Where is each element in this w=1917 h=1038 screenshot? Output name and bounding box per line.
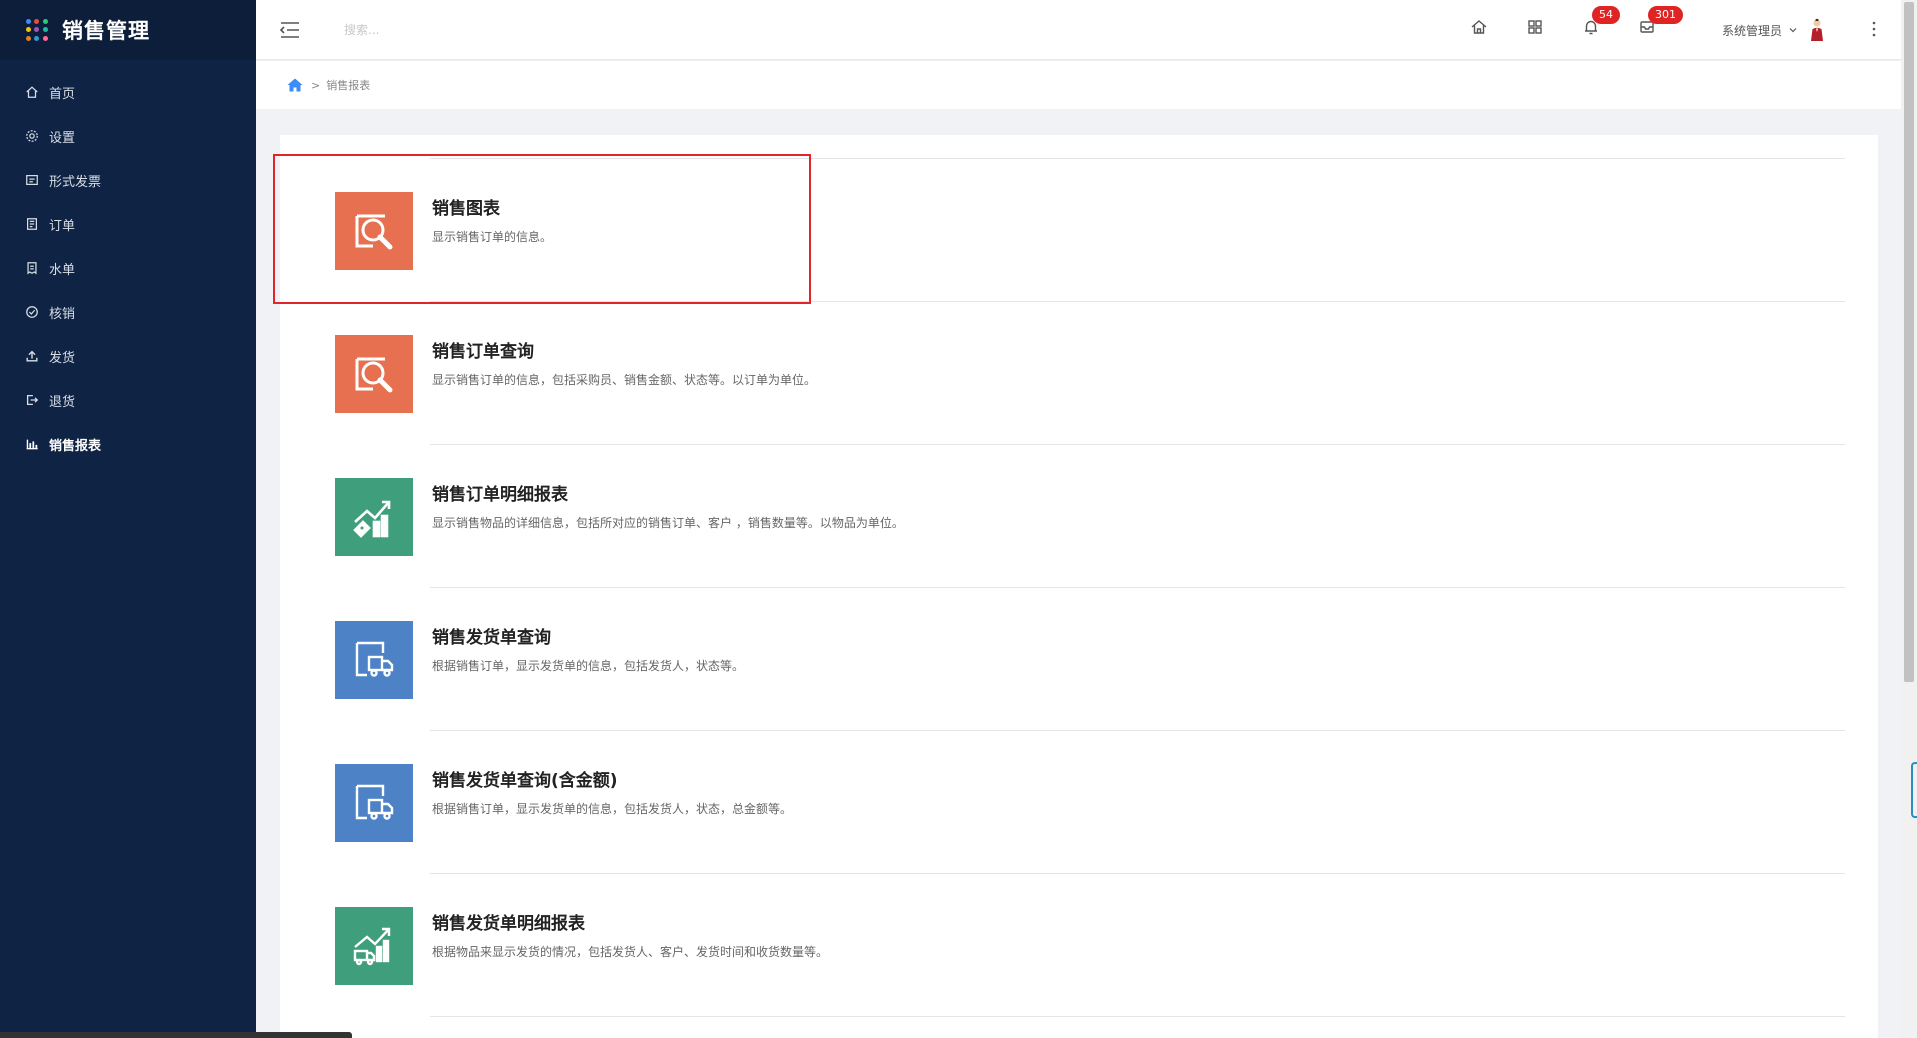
breadcrumb-separator: > — [311, 78, 321, 92]
user-menu[interactable]: 系统管理员 — [1722, 16, 1826, 44]
sidebar-item-home[interactable]: 首页 — [0, 70, 256, 114]
report-item-delivery-detail[interactable]: 销售发货单明细报表 根据物品来显示发货的情况，包括发货人、客户、发货时间和收货数… — [335, 873, 1845, 1016]
sidebar-item-returns[interactable]: 退货 — [0, 378, 256, 422]
divider — [430, 158, 1845, 159]
sidebar-item-label: 销售报表 — [49, 438, 102, 454]
sidebar-item-label: 发货 — [49, 350, 76, 366]
report-item-delivery-query[interactable]: 销售发货单查询 根据销售订单，显示发货单的信息，包括发货人，状态等。 — [335, 587, 1845, 730]
sidebar-item-label: 设置 — [49, 130, 76, 146]
scrollbar[interactable] — [1901, 0, 1917, 1038]
report-desc: 根据物品来显示发货的情况，包括发货人、客户、发货时间和收货数量等。 — [432, 945, 829, 959]
sidebar-item-label: 形式发票 — [49, 174, 102, 190]
top-header: 54 301 系统管理员 — [256, 0, 1901, 60]
notification-badge: 54 — [1592, 6, 1620, 24]
divider — [430, 587, 1845, 588]
search-input[interactable] — [342, 16, 602, 44]
report-title: 销售图表 — [432, 199, 500, 219]
avatar — [1811, 18, 1824, 41]
brand[interactable]: 销售管理 — [0, 0, 256, 60]
list-item — [335, 1016, 1845, 1036]
sidebar-item-label: 水单 — [49, 262, 76, 278]
apps-grid-icon[interactable] — [1526, 18, 1546, 38]
sidebar-item-label: 首页 — [49, 86, 76, 102]
order-icon — [25, 217, 39, 231]
search-doc-icon — [335, 335, 413, 413]
sidebar-item-label: 订单 — [49, 218, 76, 234]
bar-chart-icon — [25, 437, 39, 451]
sidebar-item-settings[interactable]: 设置 — [0, 114, 256, 158]
check-circle-icon — [25, 305, 39, 319]
sales-chart-tag-icon — [335, 478, 413, 556]
sidebar-item-label: 退货 — [49, 394, 76, 410]
app-grid-icon — [26, 19, 48, 41]
message-icon[interactable]: 301 — [1638, 6, 1683, 38]
home-icon[interactable] — [1470, 18, 1490, 38]
message-badge: 301 — [1648, 6, 1683, 24]
receipt-icon — [25, 261, 39, 275]
user-name: 系统管理员 — [1722, 23, 1783, 38]
report-title: 销售发货单查询 — [432, 628, 551, 648]
breadcrumb-current: 销售报表 — [326, 79, 371, 92]
report-item-sales-order-query[interactable]: 销售订单查询 显示销售订单的信息，包括采购员、销售金额、状态等。以订单为单位。 — [335, 301, 1845, 444]
divider — [430, 1016, 1845, 1017]
report-title: 销售订单明细报表 — [432, 485, 568, 505]
sidebar-item-proforma-invoice[interactable]: 形式发票 — [0, 158, 256, 202]
status-tooltip — [0, 1032, 352, 1038]
sidebar-item-shipping[interactable]: 发货 — [0, 334, 256, 378]
report-item-delivery-query-amount[interactable]: 销售发货单查询(含金额) 根据销售订单，显示发货单的信息，包括发货人，状态，总金… — [335, 730, 1845, 873]
side-drawer-handle[interactable] — [1911, 762, 1917, 818]
divider — [430, 301, 1845, 302]
sidebar-nav: 首页 设置 形式发票 订单 水单 核销 发货 退货 销售报表 — [0, 70, 256, 466]
home-icon[interactable] — [287, 78, 303, 92]
more-vertical-icon[interactable] — [1864, 18, 1884, 40]
truck-chart-icon — [335, 907, 413, 985]
report-desc: 根据销售订单，显示发货单的信息，包括发货人，状态等。 — [432, 659, 745, 673]
divider — [430, 444, 1845, 445]
upload-icon — [25, 349, 39, 363]
report-title: 销售发货单明细报表 — [432, 914, 585, 934]
truck-doc-icon — [335, 764, 413, 842]
sidebar-item-orders[interactable]: 订单 — [0, 202, 256, 246]
divider — [430, 873, 1845, 874]
search-doc-icon — [335, 192, 413, 270]
report-list-card: 销售图表 显示销售订单的信息。 销售订单查询 显示销售订单的信息，包括采购员、销… — [280, 135, 1878, 1038]
sidebar-item-label: 核销 — [49, 306, 76, 322]
app-title: 销售管理 — [62, 19, 150, 43]
sidebar-item-write-off[interactable]: 核销 — [0, 290, 256, 334]
breadcrumb: > 销售报表 — [256, 61, 1901, 109]
report-title: 销售订单查询 — [432, 342, 534, 362]
truck-doc-icon — [335, 621, 413, 699]
report-desc: 显示销售物品的详细信息，包括所对应的销售订单、客户 ，销售数量等。以物品为单位。 — [432, 516, 904, 530]
home-icon — [25, 85, 39, 99]
invoice-icon — [25, 173, 39, 187]
divider — [430, 730, 1845, 731]
chevron-down-icon — [1789, 28, 1797, 33]
report-desc: 根据销售订单，显示发货单的信息，包括发货人，状态，总金额等。 — [432, 802, 793, 816]
sidebar-item-receipts[interactable]: 水单 — [0, 246, 256, 290]
report-title: 销售发货单查询(含金额) — [432, 771, 618, 791]
sidebar-item-sales-reports[interactable]: 销售报表 — [0, 422, 256, 466]
notification-bell-icon[interactable]: 54 — [1582, 6, 1620, 38]
report-desc: 显示销售订单的信息，包括采购员、销售金额、状态等。以订单为单位。 — [432, 373, 817, 387]
scrollbar-thumb[interactable] — [1904, 2, 1914, 682]
report-item-sales-chart[interactable]: 销售图表 显示销售订单的信息。 — [335, 158, 1845, 301]
return-icon — [25, 393, 39, 407]
report-item-sales-order-detail[interactable]: 销售订单明细报表 显示销售物品的详细信息，包括所对应的销售订单、客户 ，销售数量… — [335, 444, 1845, 587]
report-desc: 显示销售订单的信息。 — [432, 230, 553, 244]
sidebar: 销售管理 首页 设置 形式发票 订单 水单 核销 发货 退货 销售报表 — [0, 0, 256, 1038]
gear-icon — [25, 129, 39, 143]
menu-toggle-icon[interactable] — [278, 18, 302, 42]
